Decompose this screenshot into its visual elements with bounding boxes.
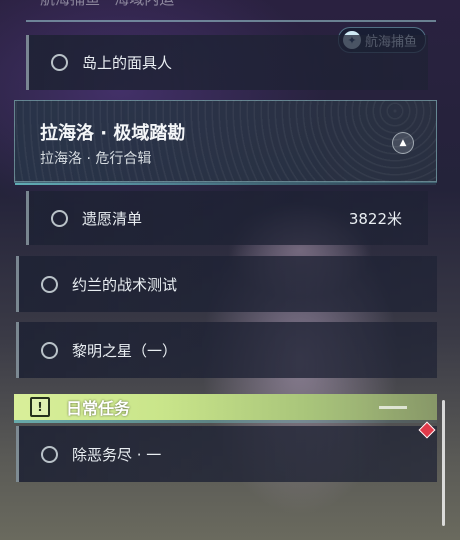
previous-section-clipped: 航海捕鱼 · 海域内运 <box>26 0 436 22</box>
quest-item-dawn-star[interactable]: 黎明之星（一） <box>16 322 437 378</box>
quest-item-masked-man[interactable]: 岛上的面具人 <box>26 35 428 90</box>
quest-circle-icon <box>41 445 58 463</box>
quest-label: 遗愿清单 <box>82 209 143 228</box>
collapse-triangle-icon[interactable]: ▲ <box>392 132 414 154</box>
exclamation-box-icon: ! <box>30 397 50 417</box>
quest-distance: 3822米 <box>348 209 402 228</box>
quest-item-tactical-test[interactable]: 约兰的战术测试 <box>16 256 437 312</box>
daily-quests-header[interactable]: ! 日常任务 <box>14 394 437 420</box>
chapter-subtitle: 拉海洛 · 危行合辑 <box>40 151 152 167</box>
quest-circle-icon <box>41 275 58 293</box>
quest-label: 约兰的战术测试 <box>72 275 178 294</box>
quest-item-wish-list[interactable]: 遗愿清单 3822米 <box>26 191 428 245</box>
quest-circle-icon <box>51 54 68 71</box>
chapter-header[interactable]: 拉海洛 · 极域踏勘 拉海洛 · 危行合辑 ▲ <box>14 100 437 185</box>
previous-section-text: 航海捕鱼 · 海域内运 <box>40 0 174 9</box>
chapter-title: 拉海洛 · 极域踏勘 <box>40 123 186 144</box>
daily-header-decoration <box>379 405 407 409</box>
chapter-accent-line <box>15 183 436 185</box>
scrollbar[interactable] <box>442 400 445 526</box>
quest-label: 除恶务尽 · 一 <box>72 445 162 464</box>
quest-circle-icon <box>51 209 68 227</box>
quest-item-eradicate-evil[interactable]: 除恶务尽 · 一 <box>16 426 437 482</box>
quest-circle-icon <box>41 341 58 359</box>
quest-label: 黎明之星（一） <box>72 341 178 360</box>
daily-separator <box>14 420 437 423</box>
quest-label: 岛上的面具人 <box>82 54 173 72</box>
daily-quests-title: 日常任务 <box>66 399 131 418</box>
